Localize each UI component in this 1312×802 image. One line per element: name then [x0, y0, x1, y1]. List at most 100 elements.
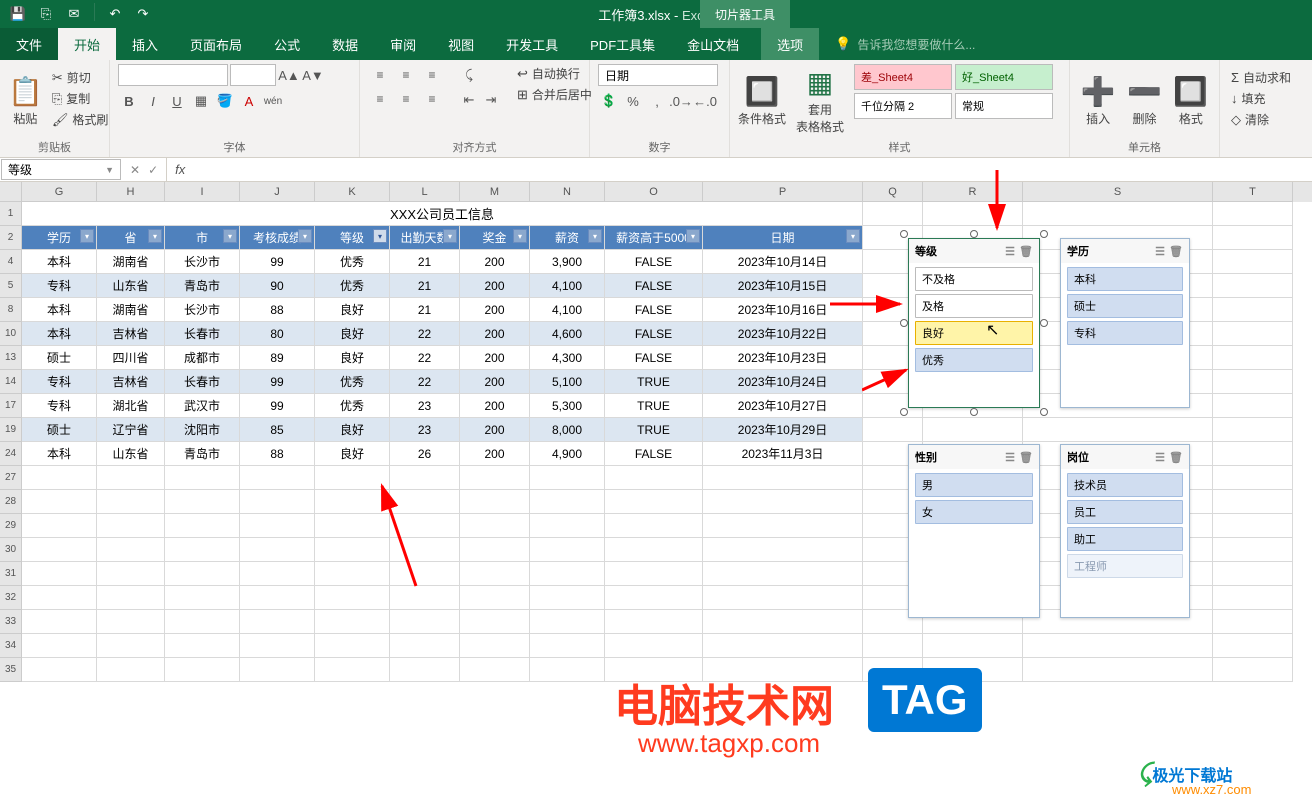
- slicer-item[interactable]: 及格: [915, 294, 1033, 318]
- table-cell[interactable]: 长沙市: [165, 250, 240, 274]
- cell[interactable]: [530, 490, 605, 514]
- table-cell[interactable]: 沈阳市: [165, 418, 240, 442]
- filter-icon[interactable]: ▾: [846, 229, 860, 243]
- table-cell[interactable]: 本科: [22, 298, 97, 322]
- cell[interactable]: [530, 562, 605, 586]
- table-cell[interactable]: FALSE: [605, 298, 703, 322]
- cell[interactable]: [22, 586, 97, 610]
- table-header[interactable]: 日期▾: [703, 226, 863, 250]
- cell[interactable]: [240, 538, 315, 562]
- cell[interactable]: [97, 514, 165, 538]
- cell[interactable]: [165, 466, 240, 490]
- multiselect-icon[interactable]: ☰: [1155, 245, 1165, 258]
- table-cell[interactable]: 长春市: [165, 322, 240, 346]
- cell[interactable]: [703, 634, 863, 658]
- table-cell[interactable]: 本科: [22, 442, 97, 466]
- cell[interactable]: [703, 610, 863, 634]
- cell[interactable]: [22, 490, 97, 514]
- confirm-icon[interactable]: ✓: [148, 163, 158, 177]
- tab-formulas[interactable]: 公式: [258, 28, 316, 60]
- table-cell[interactable]: 良好: [315, 418, 390, 442]
- table-header[interactable]: 考核成绩▾: [240, 226, 315, 250]
- cell[interactable]: [315, 490, 390, 514]
- cell[interactable]: [460, 490, 530, 514]
- align-bottom-icon[interactable]: ≡: [420, 64, 444, 86]
- cell[interactable]: [605, 466, 703, 490]
- cell[interactable]: [22, 610, 97, 634]
- format-cells-button[interactable]: 🔲格式: [1171, 64, 1211, 137]
- slicer-item[interactable]: 硕士: [1067, 294, 1183, 318]
- filter-icon[interactable]: ▾: [298, 229, 312, 243]
- cell[interactable]: [1213, 634, 1293, 658]
- cancel-icon[interactable]: ✕: [130, 163, 140, 177]
- cell[interactable]: [605, 514, 703, 538]
- qat-btn-3[interactable]: ✉: [62, 3, 86, 25]
- slicer-item[interactable]: 优秀: [915, 348, 1033, 372]
- table-cell[interactable]: 2023年10月14日: [703, 250, 863, 274]
- multiselect-icon[interactable]: ☰: [1005, 245, 1015, 258]
- select-all-corner[interactable]: [0, 182, 22, 202]
- table-cell[interactable]: 湖南省: [97, 250, 165, 274]
- undo-icon[interactable]: ↶: [103, 3, 127, 25]
- table-cell[interactable]: 4,900: [530, 442, 605, 466]
- cell[interactable]: [97, 634, 165, 658]
- phonetic-button[interactable]: wén: [262, 90, 284, 112]
- table-cell[interactable]: 4,100: [530, 298, 605, 322]
- cell[interactable]: [1213, 490, 1293, 514]
- style-bad[interactable]: 差_Sheet4: [854, 64, 952, 90]
- table-cell[interactable]: 2023年10月16日: [703, 298, 863, 322]
- cell[interactable]: [315, 634, 390, 658]
- table-cell[interactable]: 2023年10月15日: [703, 274, 863, 298]
- cell[interactable]: [1023, 658, 1213, 682]
- table-cell[interactable]: 21: [390, 298, 460, 322]
- table-header[interactable]: 市▾: [165, 226, 240, 250]
- slicer-item[interactable]: 良好: [915, 321, 1033, 345]
- cell[interactable]: [605, 586, 703, 610]
- cell[interactable]: [703, 514, 863, 538]
- cell[interactable]: [165, 562, 240, 586]
- decrease-font-icon[interactable]: A▼: [302, 64, 324, 86]
- cell[interactable]: [240, 514, 315, 538]
- slicer-item[interactable]: 本科: [1067, 267, 1183, 291]
- table-header[interactable]: 奖金▾: [460, 226, 530, 250]
- cell[interactable]: [165, 586, 240, 610]
- cell[interactable]: [703, 586, 863, 610]
- table-cell[interactable]: 23: [390, 394, 460, 418]
- table-cell[interactable]: 本科: [22, 250, 97, 274]
- col-header-H[interactable]: H: [97, 182, 165, 202]
- table-cell[interactable]: 21: [390, 274, 460, 298]
- cell[interactable]: [605, 610, 703, 634]
- table-cell[interactable]: FALSE: [605, 250, 703, 274]
- table-cell[interactable]: 辽宁省: [97, 418, 165, 442]
- table-cell[interactable]: 湖南省: [97, 298, 165, 322]
- table-cell[interactable]: 优秀: [315, 394, 390, 418]
- cell[interactable]: [390, 610, 460, 634]
- cell[interactable]: [703, 562, 863, 586]
- filter-icon[interactable]: ▾: [148, 229, 162, 243]
- col-header-O[interactable]: O: [605, 182, 703, 202]
- row-header[interactable]: 8: [0, 298, 22, 322]
- col-header-I[interactable]: I: [165, 182, 240, 202]
- row-header[interactable]: 19: [0, 418, 22, 442]
- slicer-item[interactable]: 助工: [1067, 527, 1183, 551]
- tab-jinshan[interactable]: 金山文档: [671, 28, 755, 60]
- table-cell[interactable]: 长春市: [165, 370, 240, 394]
- cell[interactable]: [240, 586, 315, 610]
- slicer-post[interactable]: 岗位☰🗑 技术员员工助工工程师: [1060, 444, 1190, 618]
- cell[interactable]: [460, 634, 530, 658]
- filter-icon[interactable]: ▾: [373, 229, 387, 243]
- slicer-item[interactable]: 不及格: [915, 267, 1033, 291]
- currency-icon[interactable]: 💲: [598, 90, 620, 112]
- format-painter-button[interactable]: 🖌格式刷: [49, 110, 112, 129]
- cell[interactable]: [390, 634, 460, 658]
- cell[interactable]: [97, 466, 165, 490]
- cell[interactable]: [22, 514, 97, 538]
- indent-decrease-icon[interactable]: ⇤: [458, 89, 480, 111]
- table-header[interactable]: 等级▾: [315, 226, 390, 250]
- table-cell[interactable]: 23: [390, 418, 460, 442]
- tab-review[interactable]: 审阅: [374, 28, 432, 60]
- table-cell[interactable]: FALSE: [605, 346, 703, 370]
- style-good[interactable]: 好_Sheet4: [955, 64, 1053, 90]
- cell[interactable]: [605, 562, 703, 586]
- table-cell[interactable]: 青岛市: [165, 274, 240, 298]
